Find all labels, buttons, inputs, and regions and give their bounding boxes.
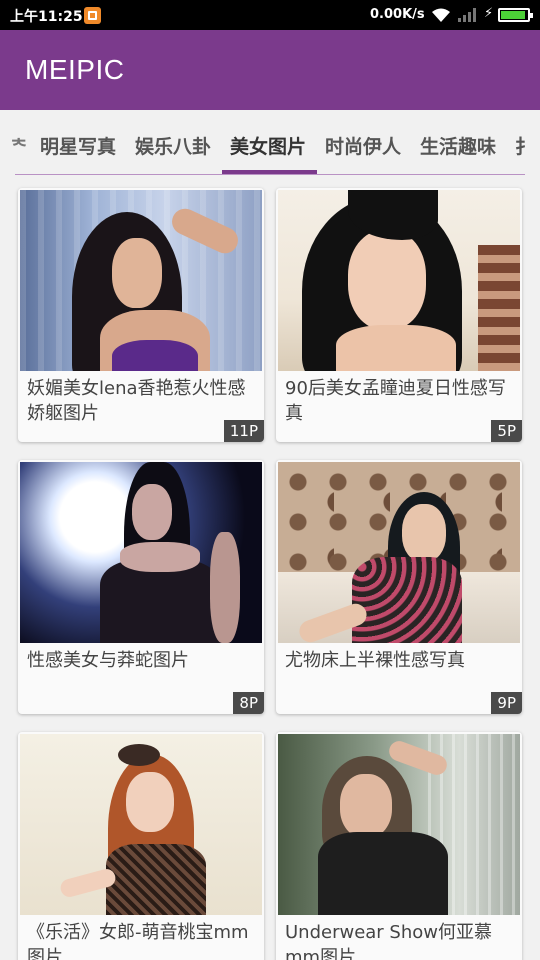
tab-fashion[interactable]: 时尚伊人 [325,132,401,159]
card-title[interactable]: 性感美女与莽蛇图片 [27,648,257,673]
active-tab-indicator [222,170,317,174]
photo-count-badge: 8P [233,692,264,714]
status-bar: 上午11:25 0.00K/s ⚡ [0,0,540,30]
category-tabs[interactable]: ᅕ 明星写真 娱乐八卦 美女图片 时尚伊人 生活趣味 扌 [0,110,540,176]
tab-celebrity[interactable]: 明星写真 [40,132,116,159]
gallery-card[interactable]: 9P 尤物床上半裸性感写真 [276,460,522,714]
card-title[interactable]: 妖媚美女lena香艳惹火性感娇躯图片 [27,376,257,426]
gallery-card[interactable]: 8P 性感美女与莽蛇图片 [18,460,264,714]
app-title: MEIPIC [25,54,125,85]
photo-count-badge: 9P [491,692,522,714]
gallery-card[interactable]: 9P 《乐活》女郎-萌音桃宝mm图片 [18,732,264,960]
wifi-icon [432,8,450,22]
battery-icon [498,8,533,22]
card-title[interactable]: 90后美女孟瞳迪夏日性感写真 [285,376,515,426]
tab-beauty[interactable]: 美女图片 [230,132,306,159]
tab-partial-right[interactable]: 扌 [515,132,534,159]
card-title[interactable]: 《乐活》女郎-萌音桃宝mm图片 [27,920,257,960]
notification-app-icon [84,7,101,24]
gallery-thumbnail[interactable] [20,734,262,915]
charging-icon: ⚡ [484,6,494,21]
gallery-thumbnail[interactable] [20,462,262,643]
gallery-card[interactable]: 8P Underwear Show何亚慕mm图片 [276,732,522,960]
gallery-thumbnail[interactable] [20,190,262,371]
gallery-card[interactable]: 5P 90后美女孟瞳迪夏日性感写真 [276,188,522,442]
gallery-card[interactable]: 11P 妖媚美女lena香艳惹火性感娇躯图片 [18,188,264,442]
tab-partial-left[interactable]: ᅕ [10,132,27,159]
tab-entertainment[interactable]: 娱乐八卦 [135,132,211,159]
signal-icon [458,8,476,22]
gallery-thumbnail[interactable] [278,734,520,915]
app-bar: MEIPIC [0,30,540,110]
status-time: 上午11:25 [10,9,83,25]
card-title[interactable]: 尤物床上半裸性感写真 [285,648,515,673]
card-title[interactable]: Underwear Show何亚慕mm图片 [285,920,515,960]
tab-life[interactable]: 生活趣味 [420,132,496,159]
tabs-divider [15,174,525,175]
network-speed: 0.00K/s [370,7,425,22]
battery-level [501,11,525,19]
gallery-thumbnail[interactable] [278,190,520,371]
gallery-thumbnail[interactable] [278,462,520,643]
